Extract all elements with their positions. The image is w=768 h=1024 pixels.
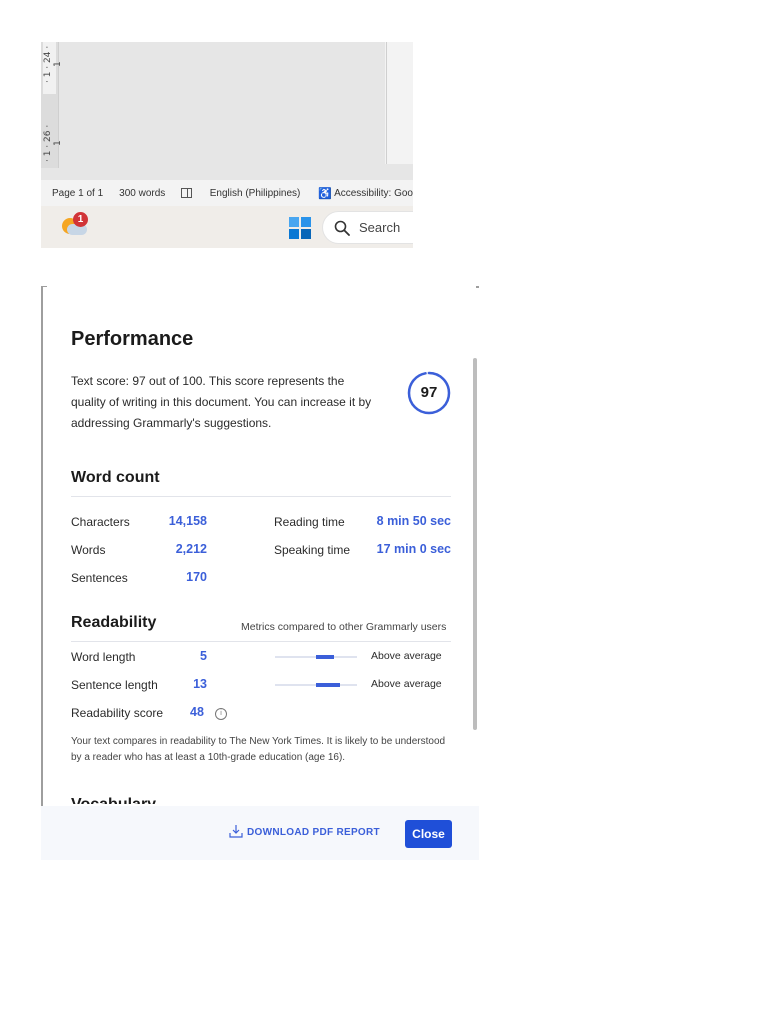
word-length-bar [275,655,357,659]
taskbar-search[interactable]: Search [323,212,413,243]
divider [71,496,451,497]
ruler-number-24: · 1 · 24 · 1 [43,45,63,83]
readability-score-label: Readability score [71,706,164,720]
words-value: 2,212 [175,542,207,556]
accessibility-status[interactable]: Accessibility: Goo [334,188,413,199]
search-icon [334,220,350,236]
close-button[interactable]: Close [405,820,452,848]
text-score: 97 [420,384,438,401]
accessibility-icon[interactable]: ♿ [318,187,332,200]
readability-score-value: 48 [190,705,204,719]
sentence-length-rating: Above average [371,678,442,690]
status-bar: Page 1 of 1 300 words English (Philippin… [41,180,413,206]
page-count[interactable]: Page 1 of 1 [52,188,103,199]
sentence-length-value: 13 [193,677,207,691]
windows-start-icon[interactable] [289,217,311,239]
sentences-value: 170 [186,570,207,584]
page-edge [385,42,413,164]
vocabulary-heading-partial: Vocabulary [71,796,156,804]
reading-time-value: 8 min 50 sec [376,514,451,528]
word-length-label: Word length [71,650,136,664]
weather-widget-icon[interactable]: 1 [62,212,88,238]
ruler-number-26: · 1 · 26 · 1 [43,124,63,162]
characters-label: Characters [71,515,130,529]
notification-badge: 1 [73,212,88,227]
divider [71,641,451,642]
dialog-title: Performance [71,328,194,350]
document-canvas[interactable] [41,42,413,180]
search-label: Search [359,220,401,235]
words-label: Words [71,543,106,557]
reading-time-label: Reading time [274,515,345,529]
word-length-value: 5 [200,649,207,663]
download-icon[interactable] [229,824,243,838]
info-icon[interactable]: i [215,708,227,720]
readability-summary: Your text compares in readability to The… [71,736,446,763]
sentences-label: Sentences [71,571,128,585]
sentence-length-bar [275,683,357,687]
readability-heading: Readability [71,614,157,631]
speaking-time-value: 17 min 0 sec [376,542,451,556]
score-description: Text score: 97 out of 100. This score re… [71,374,372,430]
speaking-time-label: Speaking time [274,543,351,557]
word-count-heading: Word count [71,469,160,486]
grammarly-performance-dialog: Performance Text score: 97 out of 100. T… [41,286,479,860]
language-indicator[interactable]: English (Philippines) [210,188,301,199]
sentence-length-label: Sentence length [71,678,158,692]
metrics-comparison-note: Metrics compared to other Grammarly user… [241,621,447,633]
word-window: · 1 · 24 · 1 · 1 · 26 · 1 Page 1 of 1 30… [41,42,413,248]
vertical-ruler: · 1 · 24 · 1 · 1 · 26 · 1 [41,42,63,168]
characters-value: 14,158 [168,514,207,528]
text-predictions-icon[interactable] [181,188,192,198]
dialog-scrollbar[interactable] [473,358,477,730]
download-pdf-report-button[interactable]: DOWNLOAD PDF REPORT [247,827,380,838]
word-count[interactable]: 300 words [119,188,165,199]
word-length-rating: Above average [371,650,442,662]
